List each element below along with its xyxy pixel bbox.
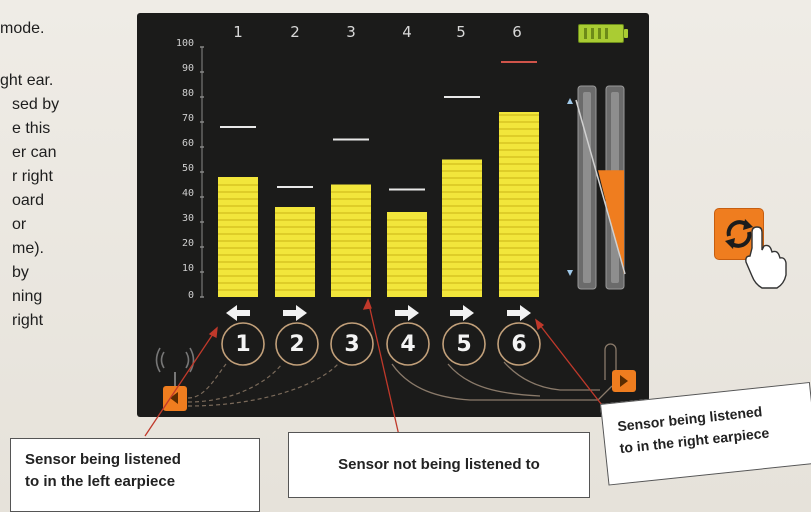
column-number: 1: [233, 23, 243, 41]
callout-text: Sensor not being listened to: [338, 456, 540, 473]
y-tick-label: 40: [181, 188, 194, 199]
sensor-button-2[interactable]: 2: [275, 323, 319, 367]
doc-line: right: [12, 312, 44, 329]
battery-icon: [578, 24, 628, 43]
callout-text: to in the left earpiece: [25, 473, 176, 490]
y-tick-label: 0: [187, 290, 194, 301]
refresh-icon: [725, 219, 753, 249]
sensor-button-3[interactable]: 3: [330, 323, 374, 367]
doc-line: r right: [12, 168, 53, 185]
sensor-button-4[interactable]: 4: [386, 323, 430, 367]
doc-line: oard: [12, 192, 45, 209]
doc-line: sed by: [12, 96, 60, 113]
callout-text: Sensor being listened: [25, 451, 181, 468]
callout-not-listened: Sensor not being listened to: [288, 432, 590, 498]
doc-line: er can: [12, 144, 57, 161]
y-tick-label: 10: [181, 263, 194, 274]
y-tick-label: 20: [181, 238, 194, 249]
y-tick-label: 100: [175, 38, 194, 49]
y-tick-label: 80: [181, 88, 194, 99]
y-tick-label: 70: [181, 113, 194, 124]
doc-line: or: [12, 216, 27, 233]
background-document-text: mode. ght ear. sed by e this er can r ri…: [0, 0, 120, 400]
callout-left-earpiece: Sensor being listened to in the left ear…: [10, 438, 260, 512]
column-number: 4: [402, 23, 412, 41]
doc-line: ght ear.: [0, 72, 54, 89]
doc-line: me).: [12, 240, 44, 257]
sensor-button-5[interactable]: 5: [442, 323, 486, 367]
doc-line: e this: [12, 120, 51, 137]
column-number: 2: [290, 23, 300, 41]
y-tick-label: 30: [181, 213, 194, 224]
y-tick-label: 60: [181, 138, 194, 149]
doc-line: ning: [12, 288, 43, 305]
sensor-button-6[interactable]: 6: [497, 323, 541, 367]
y-tick-label: 50: [181, 163, 194, 174]
y-tick-label: 90: [181, 63, 194, 74]
refresh-button[interactable]: [714, 208, 764, 260]
doc-line: by: [12, 264, 29, 281]
column-number: 3: [346, 23, 356, 41]
column-number: 6: [512, 23, 522, 41]
doc-line: mode.: [0, 20, 45, 37]
sensor-button-1[interactable]: 1: [221, 323, 265, 367]
column-number: 5: [456, 23, 466, 41]
